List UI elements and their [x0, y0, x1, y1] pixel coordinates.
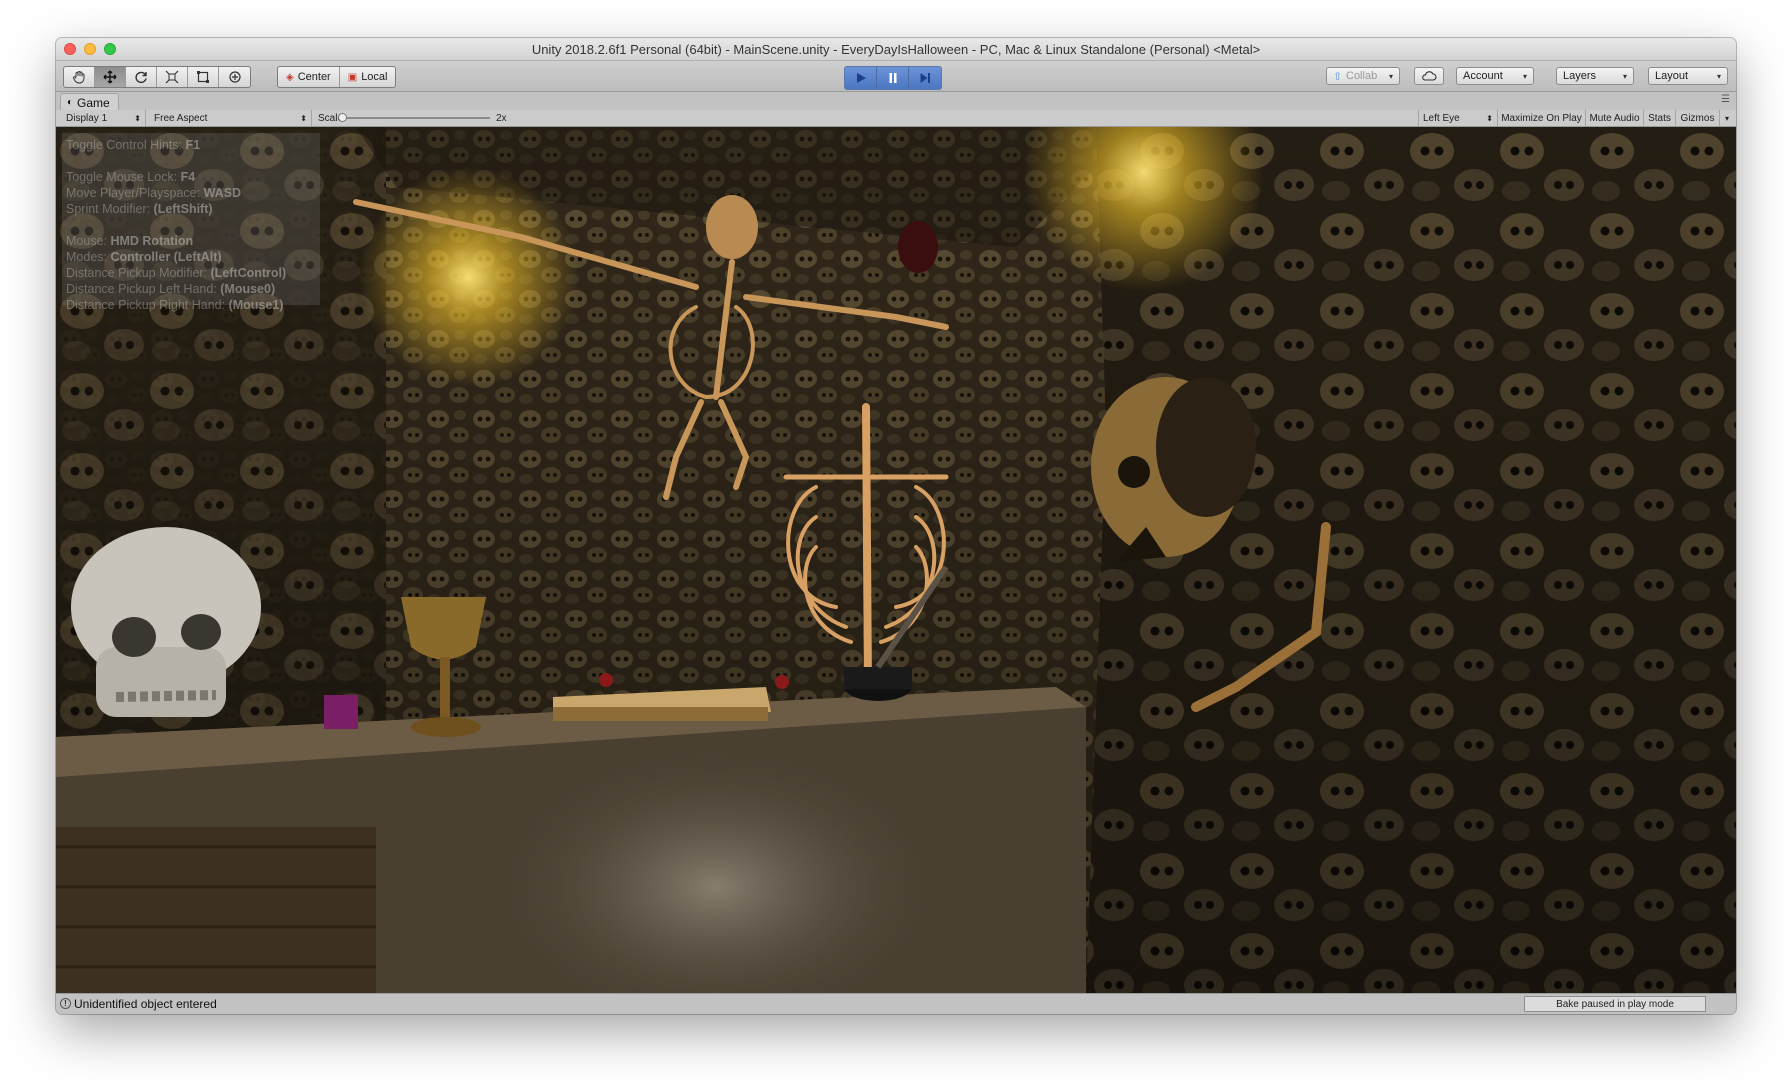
title-bar: Unity 2018.2.6f1 Personal (64bit) - Main…	[56, 38, 1736, 61]
step-button[interactable]	[909, 67, 941, 89]
rect-icon	[197, 71, 209, 83]
game-view-controls: Display 1 ⬍ Free Aspect ⬍ Scale 2x Left …	[56, 110, 1736, 127]
hand-icon	[73, 71, 85, 84]
hint-sprint: Sprint Modifier: (LeftShift)	[66, 202, 213, 216]
gizmos-dropdown-chevron-icon[interactable]: ▾	[1720, 110, 1734, 126]
pause-button[interactable]	[877, 67, 909, 89]
move-icon	[103, 70, 117, 84]
scale-tool-button[interactable]	[157, 67, 188, 87]
rotate-icon	[135, 71, 147, 84]
game-controller-icon: ◐	[67, 97, 74, 108]
pivot-rotation-label: Local	[361, 71, 388, 83]
hint-pickup-left: Distance Pickup Left Hand: (Mouse0)	[66, 282, 276, 296]
layout-label: Layout	[1655, 70, 1689, 82]
pivot-center-icon: ◈	[286, 71, 294, 83]
updown-chevron-icon: ⬍	[1486, 113, 1493, 123]
console-status-message[interactable]: Unidentified object entered	[74, 997, 217, 1011]
mute-audio-toggle[interactable]: Mute Audio	[1586, 110, 1644, 126]
playmode-controls	[844, 66, 942, 90]
collab-cloud-up-icon: ⇧	[1333, 70, 1343, 83]
status-bar: ! Unidentified object entered Bake pause…	[56, 993, 1736, 1014]
eye-value: Left Eye	[1423, 112, 1460, 124]
display-select[interactable]: Display 1 ⬍	[62, 110, 146, 126]
control-hints-panel: Toggle Control Hints: F1 Toggle Mouse Lo…	[62, 133, 320, 312]
hint-move-player: Move Player/Playspace: WASD	[66, 186, 242, 200]
rect-tool-button[interactable]	[188, 67, 219, 87]
scale-icon	[165, 70, 179, 84]
gizmos-toggle[interactable]: Gizmos	[1676, 110, 1720, 126]
pause-icon	[889, 73, 896, 83]
aspect-select[interactable]: Free Aspect ⬍	[148, 110, 312, 126]
layout-dropdown[interactable]: Layout ▾	[1648, 67, 1728, 85]
step-icon	[920, 73, 930, 83]
bake-status: Bake paused in play mode	[1524, 996, 1706, 1012]
transform-icon	[228, 71, 241, 83]
scale-slider-track[interactable]	[340, 117, 490, 119]
transform-tools	[63, 66, 251, 88]
layers-label: Layers	[1563, 70, 1597, 82]
tab-game[interactable]: ◐ Game	[60, 93, 119, 111]
play-icon	[856, 73, 866, 83]
chevron-down-icon: ▾	[1522, 71, 1527, 81]
updown-chevron-icon: ⬍	[134, 113, 141, 123]
pivot-toggles: ◈ Center ▣ Local	[277, 66, 397, 88]
game-viewport[interactable]: Toggle Control Hints: F1 Toggle Mouse Lo…	[56, 127, 1736, 993]
layers-dropdown[interactable]: Layers ▾	[1556, 67, 1634, 85]
hint-modes: Modes: Controller (LeftAlt)	[66, 250, 222, 264]
stats-toggle[interactable]: Stats	[1644, 110, 1676, 126]
collab-dropdown[interactable]: ⇧ Collab ▾	[1326, 67, 1400, 85]
play-button[interactable]	[845, 67, 877, 89]
tab-options-menu-icon[interactable]: ☰	[1721, 94, 1730, 105]
hint-toggle-hints: Toggle Control Hints: F1	[66, 138, 201, 152]
scale-slider-knob[interactable]	[338, 113, 347, 122]
chevron-down-icon: ▾	[1622, 71, 1627, 81]
eye-select[interactable]: Left Eye ⬍	[1418, 110, 1498, 126]
hint-mouse: Mouse: HMD Rotation	[66, 234, 194, 248]
aspect-value: Free Aspect	[154, 112, 208, 124]
hint-distance-modifier: Distance Pickup Modifier: (LeftControl)	[66, 266, 287, 280]
rotate-tool-button[interactable]	[126, 67, 157, 87]
local-cube-icon: ▣	[347, 71, 358, 83]
move-tool-button[interactable]	[95, 67, 126, 87]
transform-tool-button[interactable]	[219, 67, 250, 87]
display-value: Display 1	[66, 112, 108, 124]
tab-bar: ◐ Game ☰	[56, 92, 1736, 111]
cloud-services-button[interactable]	[1414, 67, 1444, 85]
main-toolbar: ◈ Center ▣ Local ⇧ Collab ▾ Account ▾ La…	[56, 61, 1736, 92]
hand-tool-button[interactable]	[64, 67, 95, 87]
pivot-mode-button[interactable]: ◈ Center	[278, 67, 340, 87]
chevron-down-icon: ▾	[1388, 71, 1393, 81]
window-title: Unity 2018.2.6f1 Personal (64bit) - Main…	[531, 42, 1261, 57]
scale-value: 2x	[496, 112, 507, 124]
maximize-on-play-toggle[interactable]: Maximize On Play	[1498, 110, 1586, 126]
hint-pickup-right: Distance Pickup Right Hand: (Mouse1)	[66, 298, 284, 312]
info-icon: !	[60, 998, 71, 1009]
cloud-icon	[1422, 71, 1437, 81]
account-label: Account	[1463, 70, 1503, 82]
chevron-down-icon: ▾	[1716, 71, 1721, 81]
pivot-mode-label: Center	[297, 71, 331, 83]
collab-label: Collab	[1346, 70, 1378, 82]
unity-editor-window: Unity 2018.2.6f1 Personal (64bit) - Main…	[56, 38, 1736, 1014]
hint-mouse-lock: Toggle Mouse Lock: F4	[66, 170, 196, 184]
updown-chevron-icon: ⬍	[300, 113, 307, 123]
pivot-rotation-button[interactable]: ▣ Local	[340, 67, 396, 87]
account-dropdown[interactable]: Account ▾	[1456, 67, 1534, 85]
game-tab-label: Game	[77, 95, 110, 110]
